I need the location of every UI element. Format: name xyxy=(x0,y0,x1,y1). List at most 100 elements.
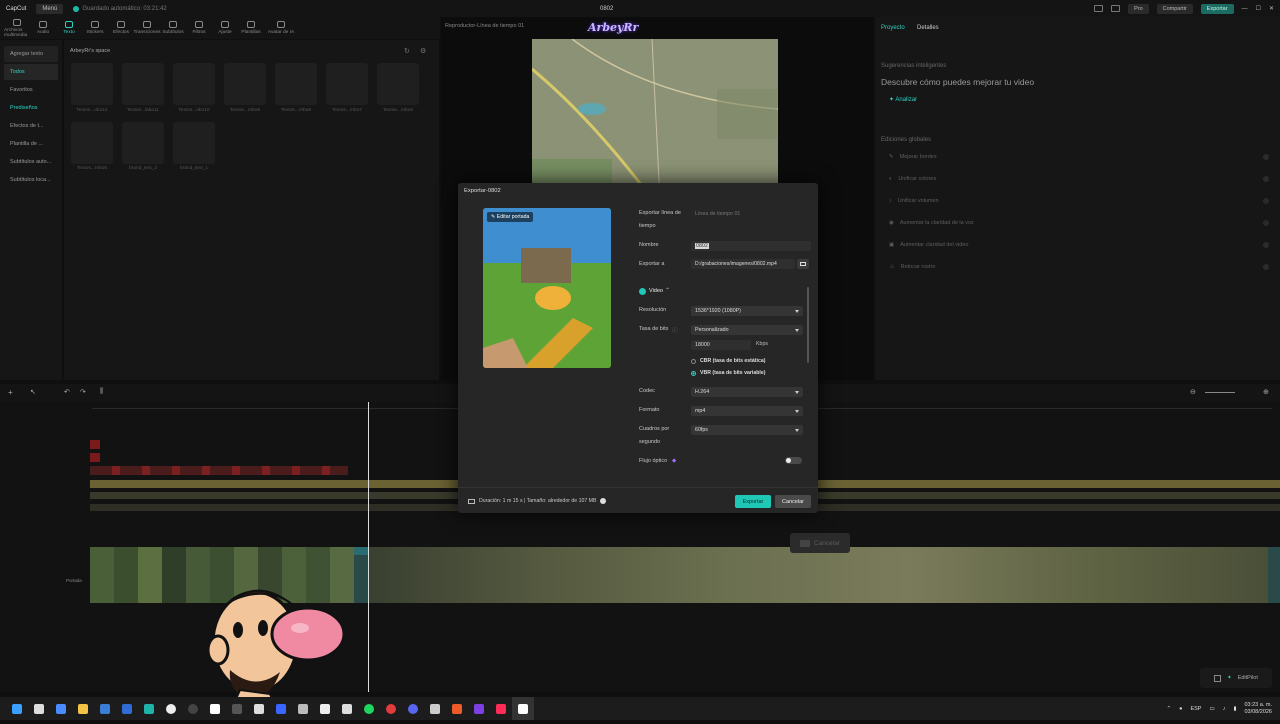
global-edit-item[interactable]: ▣ Aumentar claridad del video xyxy=(889,242,1269,248)
zoom-slider[interactable] xyxy=(1205,392,1235,393)
close-icon[interactable]: ✕ xyxy=(1269,5,1274,12)
optical-flow-toggle[interactable] xyxy=(785,457,802,464)
settings-icon[interactable]: ⚙ xyxy=(420,47,426,55)
tool-filters[interactable]: Filtros xyxy=(186,17,212,39)
add-track-icon[interactable]: + xyxy=(8,388,13,397)
taskbar-app[interactable] xyxy=(468,697,490,720)
redo-icon[interactable]: ↷ xyxy=(80,388,86,396)
preset-tile[interactable] xyxy=(71,122,113,164)
browse-folder-button[interactable] xyxy=(797,259,809,269)
audio-marker[interactable] xyxy=(90,453,100,462)
taskbar-app[interactable] xyxy=(28,697,50,720)
menu-button[interactable]: Menú xyxy=(36,3,64,14)
clock[interactable]: 03:23 a. m. 03/08/2026 xyxy=(1244,702,1272,716)
preset-tile[interactable] xyxy=(122,122,164,164)
video-checkbox[interactable] xyxy=(639,288,646,295)
nav-presets[interactable]: Prediseños xyxy=(4,100,58,116)
taskbar-app[interactable] xyxy=(72,697,94,720)
tool-transitions[interactable]: Transiciones xyxy=(134,17,161,39)
collapse-icon[interactable]: ⌃ xyxy=(665,285,670,298)
tool-ai-avatar[interactable]: Avatar de IA xyxy=(264,17,298,39)
layout-icon[interactable] xyxy=(1094,5,1104,12)
preset-tile[interactable] xyxy=(326,63,368,105)
taskbar-app[interactable] xyxy=(138,697,160,720)
preset-tile[interactable] xyxy=(173,63,215,105)
tab-details[interactable]: Detalles xyxy=(917,25,939,31)
nav-add-text[interactable]: Agregar texto xyxy=(4,46,58,62)
taskbar-app[interactable] xyxy=(380,697,402,720)
tool-effects[interactable]: Efectos xyxy=(108,17,134,39)
nav-auto-subtitles[interactable]: Subtítulos auto... xyxy=(4,154,58,170)
tool-media[interactable]: Archivos multimedia xyxy=(4,17,30,39)
name-input[interactable]: 0802 xyxy=(691,241,811,251)
tool-stickers[interactable]: Stickers xyxy=(82,17,108,39)
ghost-cancel-button[interactable]: Cancelar xyxy=(790,533,850,553)
bitrate-number-input[interactable]: 18000 xyxy=(691,340,751,350)
preset-tile[interactable] xyxy=(224,63,266,105)
audio-marker[interactable] xyxy=(90,440,100,449)
nav-favorites[interactable]: Favoritos xyxy=(4,82,58,98)
taskbar-app[interactable] xyxy=(94,697,116,720)
taskbar-app[interactable] xyxy=(424,697,446,720)
chevron-up-icon[interactable]: ⌃ xyxy=(1167,706,1172,712)
cover-label[interactable]: Portada xyxy=(66,578,82,583)
analyze-button[interactable]: ✦ Analizar xyxy=(889,96,917,103)
tool-templates[interactable]: Plantillas xyxy=(238,17,264,39)
cbr-radio[interactable]: CBR (tasa de bits estática) xyxy=(691,358,765,364)
taskbar-app[interactable] xyxy=(336,697,358,720)
taskbar-app[interactable] xyxy=(116,697,138,720)
global-edit-item[interactable]: ♪ Unificar volumen xyxy=(889,198,1269,204)
item-toggle[interactable] xyxy=(1263,154,1269,160)
nav-all[interactable]: Todos xyxy=(4,64,58,80)
zoom-out-icon[interactable]: ⊖ xyxy=(1190,388,1196,396)
tool-audio[interactable]: Audio xyxy=(30,17,56,39)
shortcut-icon[interactable] xyxy=(1111,5,1121,12)
pro-badge[interactable]: Pro xyxy=(1128,3,1149,14)
global-edit-item[interactable]: ☺ Retocar rostro xyxy=(889,264,1269,270)
taskbar-app[interactable] xyxy=(402,697,424,720)
item-toggle[interactable] xyxy=(1263,198,1269,204)
export-button[interactable]: Exportar xyxy=(735,495,771,508)
taskbar-app[interactable] xyxy=(446,697,468,720)
network-icon[interactable]: ▭ xyxy=(1209,706,1214,712)
fps-select[interactable]: 60fps xyxy=(691,425,803,435)
bitrate-select[interactable]: Personalizado xyxy=(691,325,803,335)
export-path-input[interactable]: D:/grabaciones/imagenes/0802.mp4 xyxy=(691,259,795,269)
editpilot-button[interactable]: ✦ EditPilot xyxy=(1200,668,1272,688)
taskbar-app[interactable] xyxy=(50,697,72,720)
nav-local-subtitles[interactable]: Subtítulos loca... xyxy=(4,172,58,188)
global-edit-item[interactable]: ◐ Unificar colores xyxy=(889,176,1269,182)
preset-tile[interactable] xyxy=(275,63,317,105)
taskbar-app[interactable] xyxy=(248,697,270,720)
split-icon[interactable]: ⫼ xyxy=(100,388,103,396)
item-toggle[interactable] xyxy=(1263,264,1269,270)
minimize-icon[interactable]: — xyxy=(1242,6,1248,12)
refresh-icon[interactable]: ↻ xyxy=(404,47,410,55)
preset-tile[interactable] xyxy=(377,63,419,105)
taskbar-app[interactable] xyxy=(226,697,248,720)
lang-indicator[interactable]: ESP xyxy=(1190,706,1201,712)
taskbar-app[interactable] xyxy=(292,697,314,720)
preset-tile[interactable] xyxy=(122,63,164,105)
mic-icon[interactable]: ● xyxy=(1179,706,1182,712)
taskbar-app[interactable] xyxy=(160,697,182,720)
item-toggle[interactable] xyxy=(1263,242,1269,248)
taskbar-app[interactable] xyxy=(358,697,380,720)
taskbar-app[interactable] xyxy=(182,697,204,720)
global-edit-item[interactable]: ✎ Mejorar bordes xyxy=(889,154,1269,160)
item-toggle[interactable] xyxy=(1263,220,1269,226)
taskbar-app[interactable] xyxy=(270,697,292,720)
vbr-radio[interactable]: VBR (tasa de bits variable) xyxy=(691,370,765,376)
global-edit-item[interactable]: ◉ Aumentar la claridad de la voz xyxy=(889,220,1269,226)
start-button[interactable] xyxy=(6,697,28,720)
playhead[interactable] xyxy=(368,402,369,692)
codec-select[interactable]: H.264 xyxy=(691,387,803,397)
tool-subtitles[interactable]: Subtítulos xyxy=(160,17,186,39)
info-icon[interactable]: ⓘ xyxy=(672,326,678,334)
nav-text-effects[interactable]: Efectos de t... xyxy=(4,118,58,134)
cancel-button[interactable]: Cancelar xyxy=(775,495,811,508)
taskbar-app[interactable] xyxy=(490,697,512,720)
taskbar-app[interactable] xyxy=(314,697,336,720)
settings-scrollbar[interactable] xyxy=(807,287,809,363)
taskbar-app[interactable] xyxy=(204,697,226,720)
